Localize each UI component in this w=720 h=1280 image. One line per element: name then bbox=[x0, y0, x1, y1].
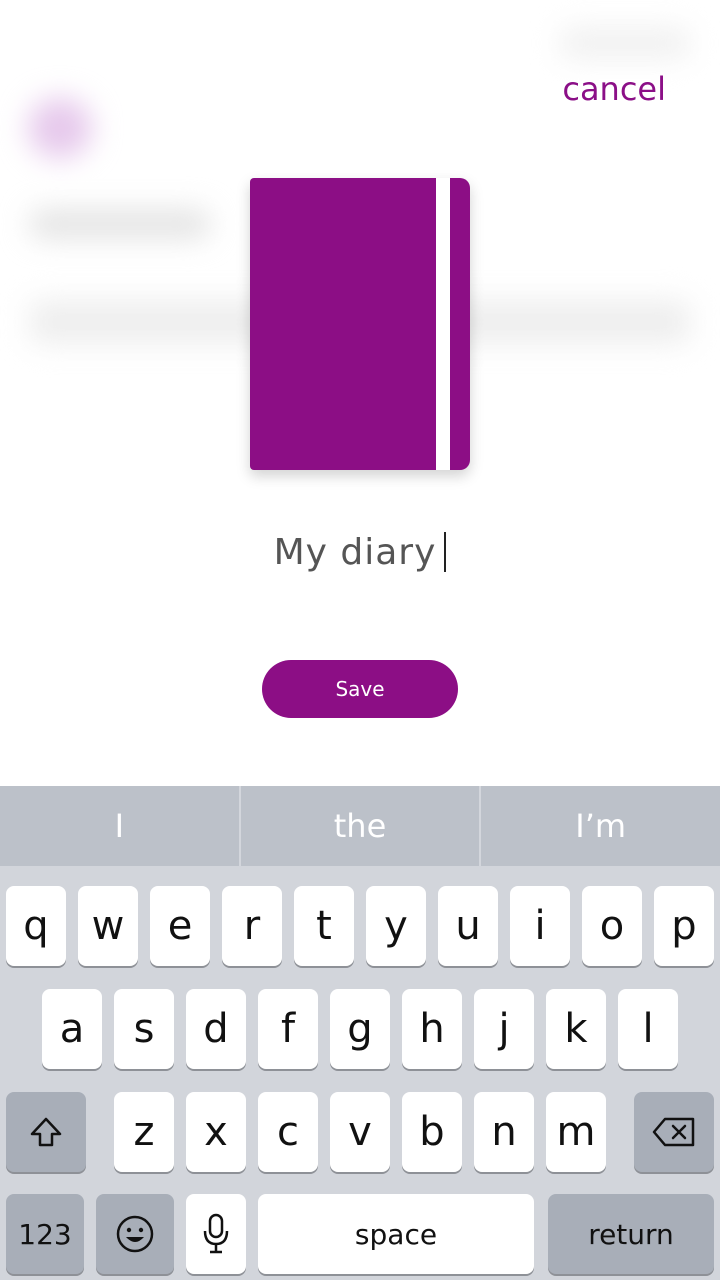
notebook-band bbox=[436, 178, 450, 470]
numbers-key[interactable]: 123 bbox=[6, 1194, 84, 1274]
blurred-avatar bbox=[28, 98, 92, 158]
suggestion-1[interactable]: I bbox=[0, 786, 239, 866]
key-g[interactable]: g bbox=[330, 989, 390, 1069]
key-r[interactable]: r bbox=[222, 886, 282, 966]
blurred-heading bbox=[30, 210, 210, 238]
key-f[interactable]: f bbox=[258, 989, 318, 1069]
key-h[interactable]: h bbox=[402, 989, 462, 1069]
key-o[interactable]: o bbox=[582, 886, 642, 966]
suggestion-2[interactable]: the bbox=[241, 786, 480, 866]
key-w[interactable]: w bbox=[78, 886, 138, 966]
key-n[interactable]: n bbox=[474, 1092, 534, 1172]
text-caret bbox=[444, 532, 447, 572]
backspace-key[interactable] bbox=[634, 1092, 714, 1172]
shift-key[interactable] bbox=[6, 1092, 86, 1172]
save-button[interactable]: Save bbox=[262, 660, 458, 718]
key-j[interactable]: j bbox=[474, 989, 534, 1069]
key-t[interactable]: t bbox=[294, 886, 354, 966]
key-a[interactable]: a bbox=[42, 989, 102, 1069]
microphone-key[interactable] bbox=[186, 1194, 246, 1274]
key-i[interactable]: i bbox=[510, 886, 570, 966]
microphone-icon bbox=[201, 1213, 231, 1255]
suggestion-bar: I the I’m bbox=[0, 786, 720, 866]
emoji-icon bbox=[115, 1214, 155, 1254]
notebook-title-input[interactable]: My diary bbox=[200, 524, 520, 580]
key-z[interactable]: z bbox=[114, 1092, 174, 1172]
key-p[interactable]: p bbox=[654, 886, 714, 966]
shift-icon bbox=[29, 1115, 63, 1149]
key-u[interactable]: u bbox=[438, 886, 498, 966]
blurred-top-right bbox=[560, 28, 690, 58]
cancel-button[interactable]: cancel bbox=[562, 70, 666, 108]
keyboard: I the I’m q w e r t y u i o p a s d f g … bbox=[0, 786, 720, 1280]
key-k[interactable]: k bbox=[546, 989, 606, 1069]
key-v[interactable]: v bbox=[330, 1092, 390, 1172]
notebook-icon bbox=[250, 178, 470, 470]
key-y[interactable]: y bbox=[366, 886, 426, 966]
key-q[interactable]: q bbox=[6, 886, 66, 966]
emoji-key[interactable] bbox=[96, 1194, 174, 1274]
notebook-title-value: My diary bbox=[273, 531, 437, 573]
suggestion-3[interactable]: I’m bbox=[481, 786, 720, 866]
space-key[interactable]: space bbox=[258, 1194, 534, 1274]
key-e[interactable]: e bbox=[150, 886, 210, 966]
key-m[interactable]: m bbox=[546, 1092, 606, 1172]
backspace-icon bbox=[651, 1116, 697, 1148]
key-l[interactable]: l bbox=[618, 989, 678, 1069]
key-b[interactable]: b bbox=[402, 1092, 462, 1172]
return-key[interactable]: return bbox=[548, 1194, 714, 1274]
key-x[interactable]: x bbox=[186, 1092, 246, 1172]
key-s[interactable]: s bbox=[114, 989, 174, 1069]
key-d[interactable]: d bbox=[186, 989, 246, 1069]
key-c[interactable]: c bbox=[258, 1092, 318, 1172]
